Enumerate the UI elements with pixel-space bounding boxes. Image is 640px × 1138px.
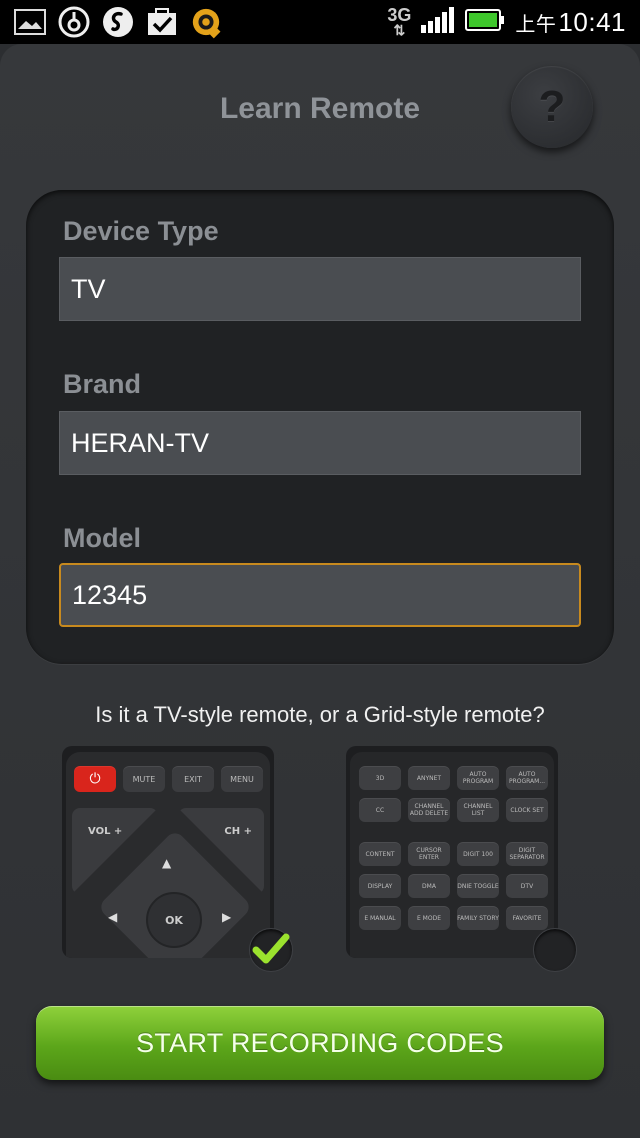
network-type-icon: 3G ⇅ [387, 4, 412, 38]
help-icon: ? [538, 82, 566, 131]
status-bar: 3G ⇅ 上午10:41 [0, 0, 640, 44]
grid-key: E MODE [408, 906, 450, 930]
grid-key: DTV [506, 874, 548, 898]
grid-key: FAVORITE [506, 906, 548, 930]
device-type-label: Device Type [63, 216, 219, 246]
brand-field[interactable]: HERAN-TV [59, 411, 581, 475]
mute-key: MUTE [123, 766, 165, 792]
remote-style-question: Is it a TV-style remote, or a Grid-style… [95, 702, 545, 727]
ok-key: OK [146, 892, 202, 948]
tv-remote-image: ⏻ MUTE EXIT MENU VOL + CH + ▲ ◀ ▶ OK [66, 752, 270, 958]
learn-remote-screen: Learn Remote ? Device Type TV Brand HERA… [0, 44, 640, 1138]
exit-key: EXIT [172, 766, 214, 792]
device-form: Device Type TV Brand HERAN-TV Model 1234… [26, 190, 614, 664]
grid-key: DIGIT SEPARATOR [506, 842, 548, 866]
model-field[interactable]: 12345 [59, 563, 581, 627]
up-arrow-icon: ▲ [162, 856, 172, 870]
gallery-icon [14, 6, 46, 38]
right-arrow-icon: ▶ [222, 910, 232, 924]
grid-key: DIGIT 100 [457, 842, 499, 866]
signal-icon [421, 7, 455, 37]
start-recording-button[interactable]: START RECORDING CODES [36, 1006, 604, 1080]
battery-icon [465, 8, 505, 36]
tv-style-radio[interactable] [249, 928, 293, 972]
grid-key: CC [359, 798, 401, 822]
menu-key: MENU [221, 766, 263, 792]
clock: 上午10:41 [515, 6, 626, 37]
device-type-field[interactable]: TV [59, 257, 581, 321]
model-label: Model [63, 523, 141, 553]
task-check-icon [146, 6, 178, 38]
grid-key: FAMILY STORY [457, 906, 499, 930]
shazam-icon [102, 6, 134, 38]
grid-key: ANYNET [408, 766, 450, 790]
grid-style-radio[interactable] [533, 928, 577, 972]
grid-key: AUTO PROGRAM... [506, 766, 548, 790]
grid-key: CURSOR ENTER [408, 842, 450, 866]
brand-label: Brand [63, 369, 142, 399]
grid-key: DNIE TOGGLE [457, 874, 499, 898]
help-button[interactable]: ? [511, 66, 593, 148]
grid-key: DMA [408, 874, 450, 898]
grid-key: DISPLAY [359, 874, 401, 898]
tv-style-remote-option[interactable]: ⏻ MUTE EXIT MENU VOL + CH + ▲ ◀ ▶ OK [62, 746, 274, 958]
grid-key: CONTENT [359, 842, 401, 866]
grid-key: CHANNEL LIST [457, 798, 499, 822]
bittorrent-icon [58, 6, 90, 38]
grid-key: E MANUAL [359, 906, 401, 930]
checkmark-icon [252, 933, 290, 964]
grid-key: AUTO PROGRAM [457, 766, 499, 790]
grid-key: CHANNEL ADD DELETE [408, 798, 450, 822]
qq-icon [190, 6, 222, 39]
grid-key: CLOCK SET [506, 798, 548, 822]
grid-key: 3D [359, 766, 401, 790]
left-arrow-icon: ◀ [108, 910, 118, 924]
grid-remote-image: 3D ANYNET AUTO PROGRAM AUTO PROGRAM... C… [350, 752, 554, 958]
grid-style-remote-option[interactable]: 3D ANYNET AUTO PROGRAM AUTO PROGRAM... C… [346, 746, 558, 958]
power-icon: ⏻ [74, 766, 116, 792]
